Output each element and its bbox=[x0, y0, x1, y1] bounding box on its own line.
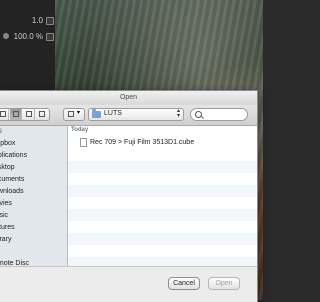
chevron-down-icon: ▾ bbox=[77, 110, 81, 116]
file-list: Today Rec 709 > Fuji Film 3513D1.cube bbox=[68, 126, 257, 269]
sidebar-item-movies[interactable]: lovies bbox=[0, 198, 67, 210]
document-icon bbox=[80, 138, 87, 147]
cancel-button[interactable]: Cancel bbox=[168, 277, 200, 290]
sidebar-item-music[interactable]: lusic bbox=[0, 210, 67, 222]
dialog-toolbar: ▾ LUTS ▴ ▾ bbox=[0, 105, 257, 126]
section-header: Today bbox=[68, 126, 257, 135]
open-button[interactable]: Open bbox=[208, 277, 240, 290]
coverflow-view-button[interactable] bbox=[36, 109, 48, 120]
sidebar-item-desktop[interactable]: esktop bbox=[0, 162, 67, 174]
icon-view-button[interactable] bbox=[0, 109, 9, 120]
sidebar-header-favorites: ES bbox=[0, 129, 3, 135]
keyframe-icon[interactable] bbox=[3, 33, 9, 39]
column-view-button[interactable] bbox=[23, 109, 35, 120]
list-view-button[interactable] bbox=[10, 109, 22, 120]
background-inspector-panel: 1.0 100.0 % bbox=[0, 0, 55, 90]
section-today-label: Today bbox=[71, 127, 89, 133]
arrange-button[interactable]: ▾ bbox=[63, 108, 85, 121]
file-row[interactable]: Rec 709 > Fuji Film 3513D1.cube bbox=[68, 137, 257, 149]
folder-icon bbox=[92, 109, 101, 118]
sidebar-item-dropbox[interactable]: ropbox bbox=[0, 138, 67, 150]
open-dialog: Open ▾ LUTS ▴▾ ES ropbox pplications esk… bbox=[0, 90, 258, 302]
search-field[interactable] bbox=[190, 108, 248, 121]
sidebar-item-pictures[interactable]: ictures bbox=[0, 222, 67, 234]
dialog-title: Open bbox=[0, 91, 257, 106]
sidebar-item-downloads[interactable]: ownloads bbox=[0, 186, 67, 198]
sidebar-item-applications[interactable]: pplications bbox=[0, 150, 67, 162]
reset-icon[interactable] bbox=[46, 17, 54, 25]
sidebar: ES ropbox pplications esktop ocuments ow… bbox=[0, 126, 68, 267]
inspector-row: 1.0 bbox=[0, 14, 55, 28]
sidebar-item-documents[interactable]: ocuments bbox=[0, 174, 67, 186]
location-label: LUTS bbox=[104, 110, 122, 117]
view-mode-control bbox=[0, 108, 50, 121]
updown-arrows-icon: ▴ ▾ bbox=[176, 108, 180, 119]
inspector-value: 100.0 % bbox=[13, 32, 43, 41]
list-view-icon bbox=[13, 111, 19, 117]
sidebar-item-library[interactable]: ibrary bbox=[0, 234, 67, 246]
dialog-footer: Cancel Open bbox=[0, 266, 257, 302]
search-icon bbox=[195, 111, 202, 118]
location-popup[interactable]: LUTS ▴ ▾ bbox=[88, 108, 184, 121]
icon-view-icon bbox=[0, 111, 6, 117]
reset-icon[interactable] bbox=[46, 33, 54, 41]
arrange-icon bbox=[68, 111, 74, 117]
inspector-value: 1.0 bbox=[31, 16, 43, 25]
file-name: Rec 709 > Fuji Film 3513D1.cube bbox=[90, 139, 195, 146]
inspector-row: 100.0 % bbox=[0, 30, 55, 44]
column-view-icon bbox=[26, 111, 32, 117]
coverflow-view-icon bbox=[39, 111, 45, 117]
